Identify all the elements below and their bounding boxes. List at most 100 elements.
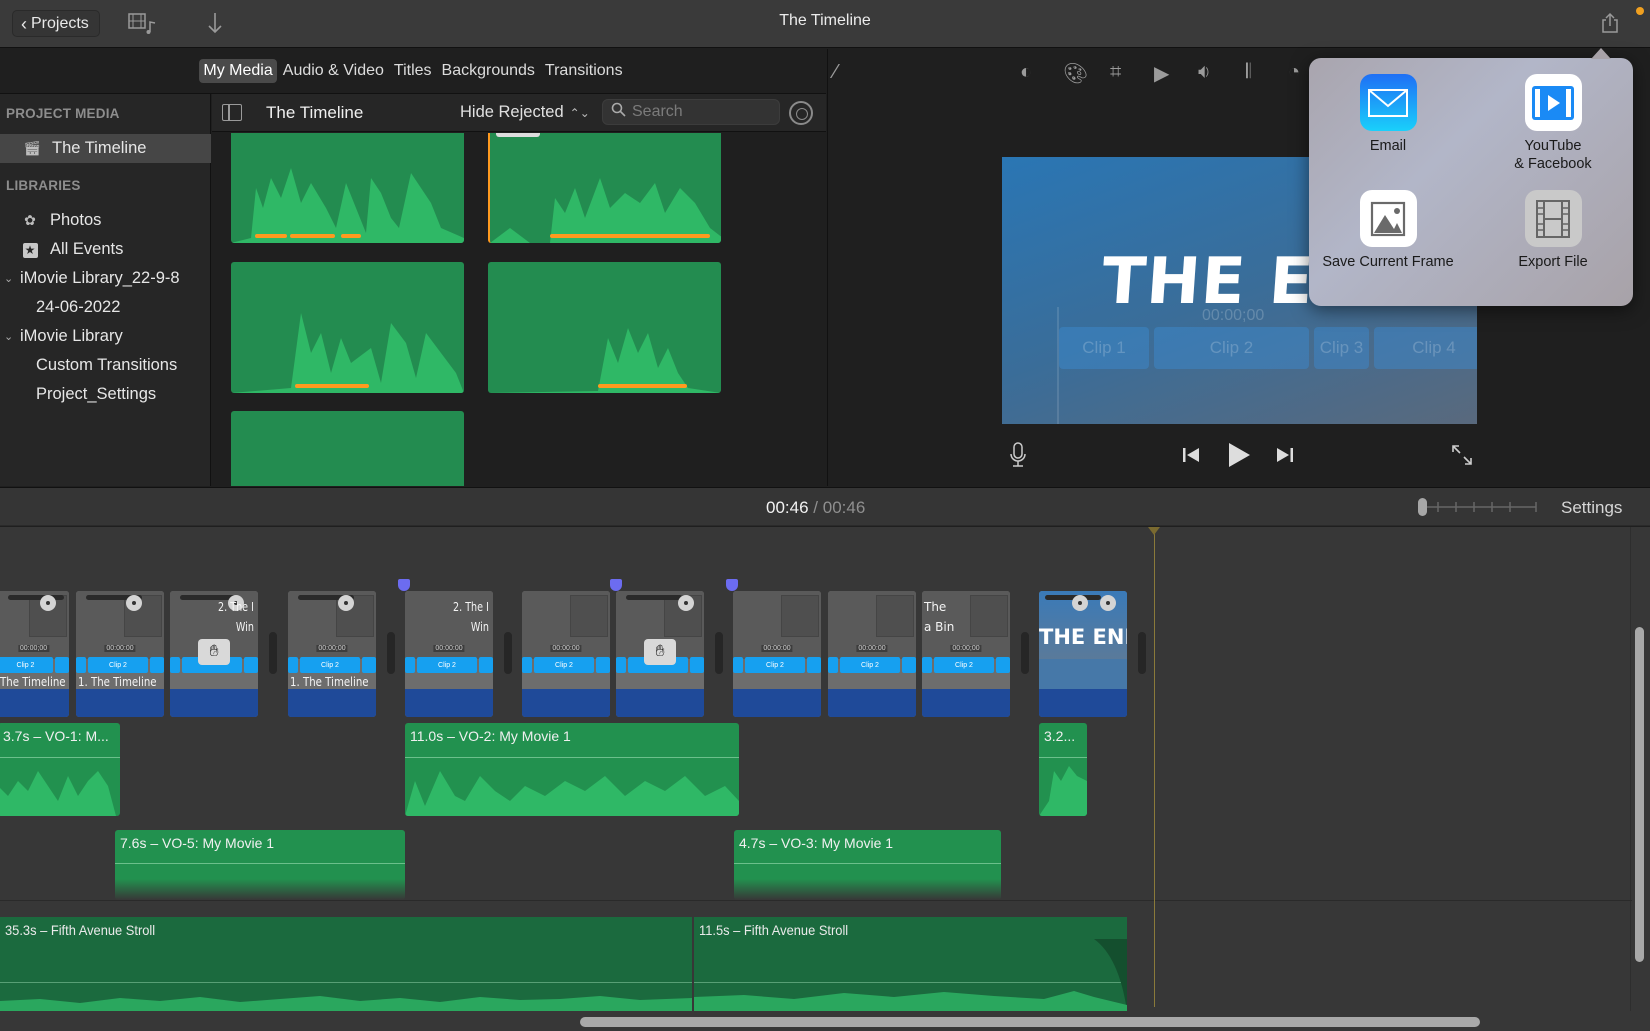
search-field[interactable] <box>602 99 780 125</box>
skip-back-icon[interactable] <box>1181 445 1201 470</box>
libraries-heading: LIBRARIES <box>6 178 81 193</box>
color-balance-icon[interactable]: ◐ <box>1020 61 1032 84</box>
volume-knob[interactable] <box>126 595 142 611</box>
video-clip[interactable]: 00:00;00 Clip 2 1. The Timeline <box>288 591 376 717</box>
marker-icon[interactable] <box>398 579 410 591</box>
video-clip[interactable]: ✋︎ <box>616 591 704 717</box>
video-clip-the-end[interactable]: THE END <box>1039 591 1127 717</box>
video-clip[interactable]: 2. The I Win 00:00:00 Clip 2 <box>405 591 493 717</box>
audio-clip[interactable]: 3.7s – VO-1: M... <box>0 723 120 816</box>
tab-transitions[interactable]: Transitions <box>541 59 627 83</box>
playhead[interactable] <box>1148 527 1160 1007</box>
volume-knob[interactable] <box>1072 595 1088 611</box>
timecode-display: 00:46 / 00:46 <box>766 498 865 518</box>
audio-clip[interactable]: 7.6s – VO-5: My Movie 1 <box>115 830 405 900</box>
video-clip[interactable]: 00:00:00 Clip 2 <box>733 591 821 717</box>
crop-icon[interactable]: ⌗ <box>1110 61 1121 84</box>
volume-knob[interactable] <box>338 595 354 611</box>
stabilization-icon[interactable]: ▶︎ <box>1154 61 1169 86</box>
share-save-frame-option[interactable]: Save Current Frame <box>1313 190 1463 271</box>
fullscreen-icon[interactable] <box>1450 443 1474 472</box>
marker-icon[interactable] <box>610 579 622 591</box>
sidebar-item-label: All Events <box>50 240 124 258</box>
hand-icon: ✋︎ <box>644 639 676 665</box>
tab-audio-video[interactable]: Audio & Video <box>279 59 388 83</box>
volume-knob[interactable] <box>40 595 56 611</box>
sidebar-item-all-events[interactable]: ★ All Events <box>0 235 211 264</box>
marker-icon[interactable] <box>726 579 738 591</box>
waveform <box>490 178 721 243</box>
video-clip[interactable]: The a Bin 00:00;00 Clip 2 <box>922 591 1010 717</box>
color-correction-icon[interactable]: 🎨︎ <box>1063 61 1088 86</box>
current-time: 00:46 <box>766 498 809 517</box>
transition-gap[interactable] <box>387 632 395 674</box>
gear-icon[interactable] <box>789 101 813 125</box>
photos-icon: ✿ <box>24 212 36 228</box>
favorite-range <box>295 384 369 388</box>
film-icon <box>1524 190 1582 247</box>
volume-knob[interactable] <box>1100 595 1116 611</box>
transition-gap[interactable] <box>715 632 723 674</box>
video-clip[interactable]: 00:00:00 Clip 2 1. The Timeline <box>76 591 164 717</box>
skip-forward-icon[interactable] <box>1275 445 1295 470</box>
sidebar-item-project-settings[interactable]: Project_Settings <box>0 380 211 409</box>
share-export-file-option[interactable]: Export File <box>1478 190 1628 271</box>
tab-my-media[interactable]: My Media <box>199 59 277 83</box>
filter-dropdown[interactable]: Hide Rejected ⌃⌄ <box>460 103 590 122</box>
timeline-settings-button[interactable]: Settings <box>1561 498 1622 518</box>
volume-knob[interactable] <box>678 595 694 611</box>
magic-wand-icon[interactable]: ⁄ <box>834 61 837 84</box>
media-grid <box>212 133 826 486</box>
microphone-icon[interactable] <box>1009 441 1027 474</box>
media-clip[interactable] <box>231 262 464 393</box>
clip-timecode: 00:00;00 <box>316 645 348 652</box>
volume-icon[interactable]: 🔉︎ <box>1198 61 1211 84</box>
video-clip[interactable]: 2. The I Win ✋︎ <box>170 591 258 717</box>
hand-icon: ✋︎ <box>198 639 230 665</box>
background-music-clip[interactable]: 35.3s – Fifth Avenue Stroll <box>0 917 692 1011</box>
transition-gap[interactable] <box>1021 632 1029 674</box>
sidebar-item-custom-transitions[interactable]: Custom Transitions <box>0 351 211 380</box>
search-input[interactable] <box>632 103 762 121</box>
background-music-clip[interactable]: 11.5s – Fifth Avenue Stroll <box>694 917 1127 1011</box>
audio-clip-label: 3.2... <box>1044 728 1076 744</box>
media-clip[interactable] <box>488 133 721 243</box>
timeline-zoom-slider[interactable] <box>1418 498 1538 516</box>
equalizer-icon[interactable]: 𝄃 <box>1246 61 1250 84</box>
transition-gap[interactable] <box>504 632 512 674</box>
clip-title: THE END <box>1039 625 1127 649</box>
tab-titles[interactable]: Titles <box>390 59 436 83</box>
sidebar-item-24-06-2022[interactable]: 24-06-2022 <box>0 293 211 322</box>
play-icon[interactable] <box>1226 441 1252 474</box>
vertical-scrollbar[interactable] <box>1635 627 1644 962</box>
chevron-down-icon[interactable]: ⌄ <box>4 330 16 343</box>
media-clip[interactable] <box>231 133 464 243</box>
sidebar-item-imovie-library-22-9-8[interactable]: ⌄ iMovie Library_22-9-8 <box>0 264 211 293</box>
media-clip[interactable] <box>231 411 464 486</box>
video-clip[interactable]: 00:00:00 Clip 2 <box>522 591 610 717</box>
share-icon[interactable] <box>1599 12 1621 34</box>
audio-clip[interactable]: 4.7s – VO-3: My Movie 1 <box>734 830 1001 900</box>
chevron-down-icon[interactable]: ⌄ <box>4 272 16 285</box>
share-email-option[interactable]: Email <box>1313 74 1463 155</box>
audio-clip[interactable]: 11.0s – VO-2: My Movie 1 <box>405 723 739 816</box>
media-browser-toolbar: The Timeline Hide Rejected ⌃⌄ <box>212 94 826 132</box>
sidebar-item-label: Photos <box>50 211 102 229</box>
filter-value: Hide Rejected <box>460 103 564 121</box>
transition-gap[interactable] <box>1138 632 1146 674</box>
title-bar: ‹ Projects The Timeline <box>0 0 1650 48</box>
video-clip[interactable]: 00:00;00 Clip 2 The Timeline <box>0 591 69 717</box>
sidebar-toggle-icon[interactable] <box>222 104 242 121</box>
speed-icon[interactable]: ◔ <box>1288 61 1300 84</box>
sidebar-item-imovie-library[interactable]: ⌄ iMovie Library <box>0 322 211 351</box>
tab-backgrounds[interactable]: Backgrounds <box>438 59 539 83</box>
media-clip[interactable] <box>488 262 721 393</box>
audio-clip[interactable]: 3.2... <box>1039 723 1087 816</box>
sidebar-item-photos[interactable]: ✿ Photos <box>0 206 211 235</box>
video-clip[interactable]: 00:00:00 Clip 2 <box>828 591 916 717</box>
sidebar-item-the-timeline[interactable]: 🎬︎ The Timeline <box>0 134 211 163</box>
transition-gap[interactable] <box>269 632 277 674</box>
horizontal-scrollbar[interactable] <box>580 1017 1480 1027</box>
share-option-label: Export File <box>1518 254 1588 270</box>
share-youtube-facebook-option[interactable]: YouTube & Facebook <box>1478 74 1628 173</box>
